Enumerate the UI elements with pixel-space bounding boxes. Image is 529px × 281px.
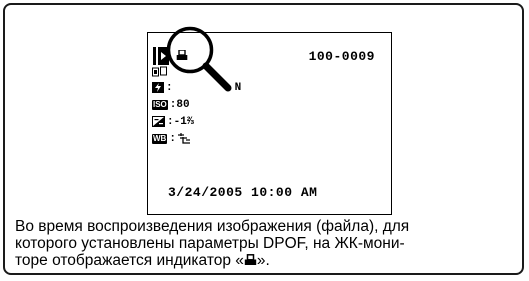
printer-icon (244, 254, 257, 265)
wb-row: WB : (152, 132, 192, 145)
frame-number: 100-0009 (308, 49, 375, 64)
caption-line-1: Во время воспроизведения изображения (фа… (15, 218, 410, 235)
caption-line-2: которого установлены параметры DPOF, на … (15, 235, 405, 252)
date-time: 3/24/2005 10:00 AM (168, 185, 318, 200)
magnifier-icon (166, 26, 232, 92)
caption-line-3: торе отображается индикатор «». (15, 252, 270, 269)
exposure-row: :-1⅔ (152, 115, 193, 128)
wb-separator: : (169, 132, 176, 145)
illustration-panel: 100-0009 : N ISO:80:-1⅔ WB: 3/24/2005… (3, 3, 524, 275)
fluorescent-icon (177, 133, 190, 144)
exposure-value: :-1⅔ (167, 115, 194, 128)
flash-icon (152, 82, 164, 93)
exposure-compensation-icon (152, 116, 165, 127)
caption: Во время воспроизведения изображения (фа… (15, 218, 520, 269)
white-balance-icon: WB (152, 133, 168, 144)
lcd-screen: 100-0009 : N ISO:80:-1⅔ WB: 3/24/2005… (147, 26, 392, 215)
iso-icon: ISO (152, 99, 168, 110)
